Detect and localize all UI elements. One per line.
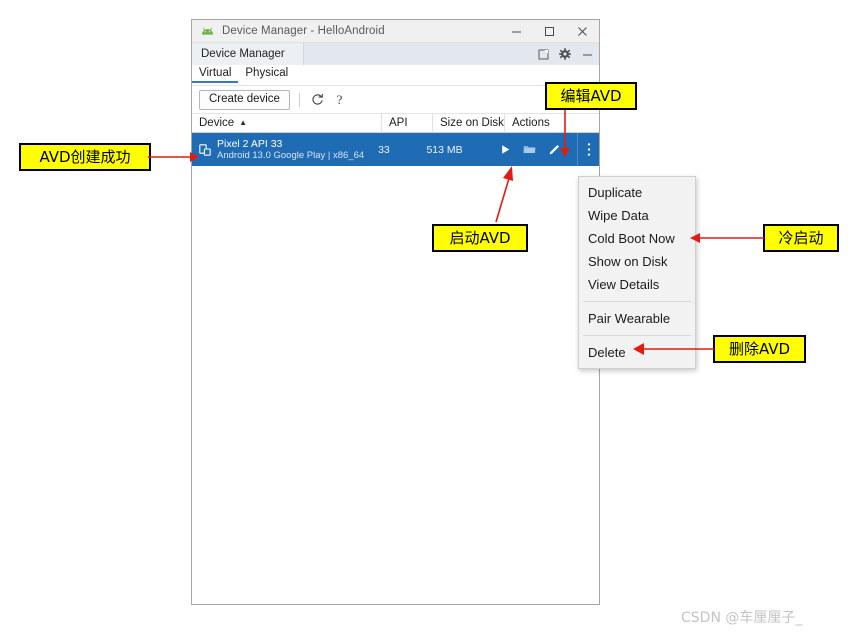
column-header-device[interactable]: Device ▲ xyxy=(192,113,382,133)
overflow-menu-icon[interactable] xyxy=(577,133,600,166)
window-title: Device Manager - HelloAndroid xyxy=(222,25,385,37)
annotation-launch-avd: 启动AVD xyxy=(432,224,528,252)
android-logo-icon xyxy=(201,27,214,36)
refresh-icon[interactable] xyxy=(309,91,326,109)
menu-item-view-details[interactable]: View Details xyxy=(579,273,695,296)
arrow-delete-avd xyxy=(633,343,714,355)
minimize-icon[interactable] xyxy=(500,20,533,42)
maximize-icon[interactable] xyxy=(533,20,566,42)
tab-virtual[interactable]: Virtual xyxy=(192,65,239,83)
device-list-empty-area xyxy=(192,166,599,604)
menu-item-wipe-data[interactable]: Wipe Data xyxy=(579,204,695,227)
device-manager-window: Device Manager - HelloAndroid Device Man… xyxy=(191,19,600,605)
window-mode-icon[interactable] xyxy=(533,43,553,65)
create-device-button[interactable]: Create device xyxy=(199,89,290,110)
annotation-avd-created: AVD创建成功 xyxy=(19,143,151,171)
menu-item-pair-wearable[interactable]: Pair Wearable xyxy=(579,307,695,330)
close-icon[interactable] xyxy=(566,20,599,42)
toolbar-separator xyxy=(298,92,300,107)
arrow-cold-boot xyxy=(690,233,764,243)
device-size-on-disk: 513 MB xyxy=(426,143,463,156)
device-table-header: Device ▲ API Size on Disk Actions xyxy=(192,113,599,133)
device-name: Pixel 2 API 33 xyxy=(217,137,283,150)
play-icon[interactable] xyxy=(494,140,518,160)
gear-icon[interactable] xyxy=(555,43,575,65)
menu-item-duplicate[interactable]: Duplicate xyxy=(579,181,695,204)
annotation-cold-boot: 冷启动 xyxy=(763,224,839,252)
menu-separator xyxy=(583,335,691,336)
watermark: CSDN @车厘厘子_ xyxy=(681,610,803,626)
sort-ascending-icon: ▲ xyxy=(239,118,248,127)
help-icon[interactable]: ? xyxy=(331,91,348,109)
device-api-level: 33 xyxy=(378,143,390,156)
tool-window-title: Device Manager xyxy=(192,43,304,65)
annotation-edit-avd: 编辑AVD xyxy=(545,82,637,110)
menu-item-show-on-disk[interactable]: Show on Disk xyxy=(579,250,695,273)
column-header-device-label: Device xyxy=(199,116,235,129)
column-header-size-on-disk[interactable]: Size on Disk xyxy=(433,113,505,133)
tab-physical[interactable]: Physical xyxy=(238,65,295,82)
folder-icon[interactable] xyxy=(518,140,542,160)
table-row[interactable]: Pixel 2 API 33 Android 13.0 Google Play … xyxy=(192,133,600,166)
menu-separator xyxy=(583,301,691,302)
arrow-edit-avd xyxy=(560,110,570,157)
tool-window-header: Device Manager xyxy=(192,43,599,65)
virtual-device-icon xyxy=(199,143,211,156)
column-header-actions[interactable]: Actions xyxy=(505,114,599,133)
arrow-avd-created xyxy=(148,152,199,162)
annotation-delete-avd: 删除AVD xyxy=(713,335,806,363)
arrow-launch-avd xyxy=(495,166,513,223)
menu-item-cold-boot-now[interactable]: Cold Boot Now xyxy=(579,227,695,250)
window-title-bar: Device Manager - HelloAndroid xyxy=(192,20,599,43)
device-type-tabs: Virtual Physical xyxy=(192,65,599,86)
device-toolbar: Create device ? xyxy=(192,86,599,113)
device-cell[interactable]: Pixel 2 API 33 Android 13.0 Google Play … xyxy=(192,138,371,162)
column-header-api[interactable]: API xyxy=(382,113,433,133)
minimize-panel-icon[interactable] xyxy=(577,43,597,65)
device-subtitle: Android 13.0 Google Play | x86_64 xyxy=(217,149,365,161)
